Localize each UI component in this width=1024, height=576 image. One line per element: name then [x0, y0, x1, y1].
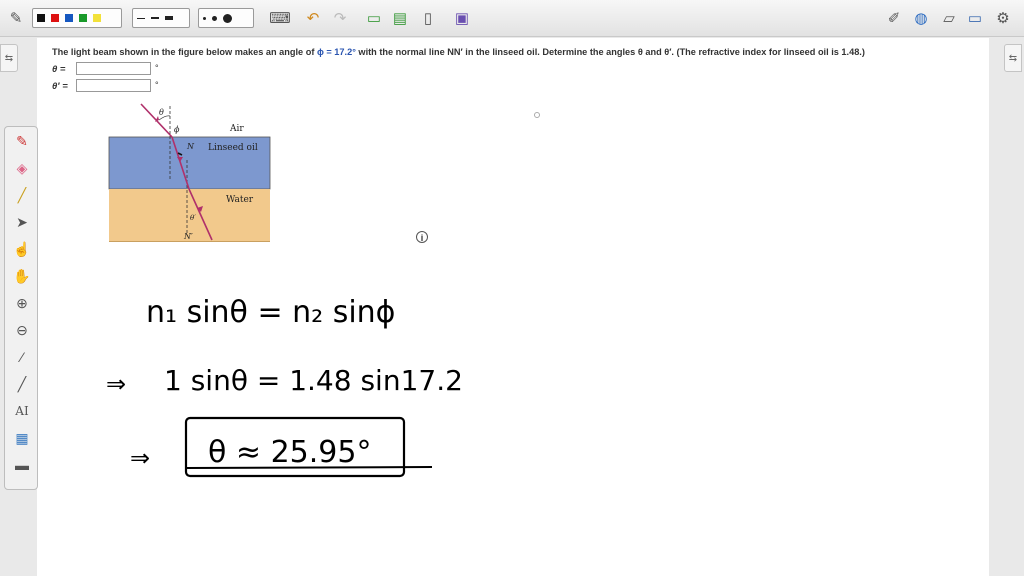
implies-arrow-1: ⇒: [106, 370, 126, 398]
handwriting-layer: n₁ sinθ = n₂ sinϕ ⇒ 1 sinθ = 1.48 sin17.…: [106, 295, 463, 478]
equation-substitution: 1 sinθ = 1.48 sin17.2: [164, 364, 463, 397]
equation-snell: n₁ sinθ = n₂ sinϕ: [146, 295, 395, 330]
implies-arrow-2: ⇒: [130, 444, 150, 472]
final-answer: θ ≈ 25.95°: [208, 435, 371, 470]
